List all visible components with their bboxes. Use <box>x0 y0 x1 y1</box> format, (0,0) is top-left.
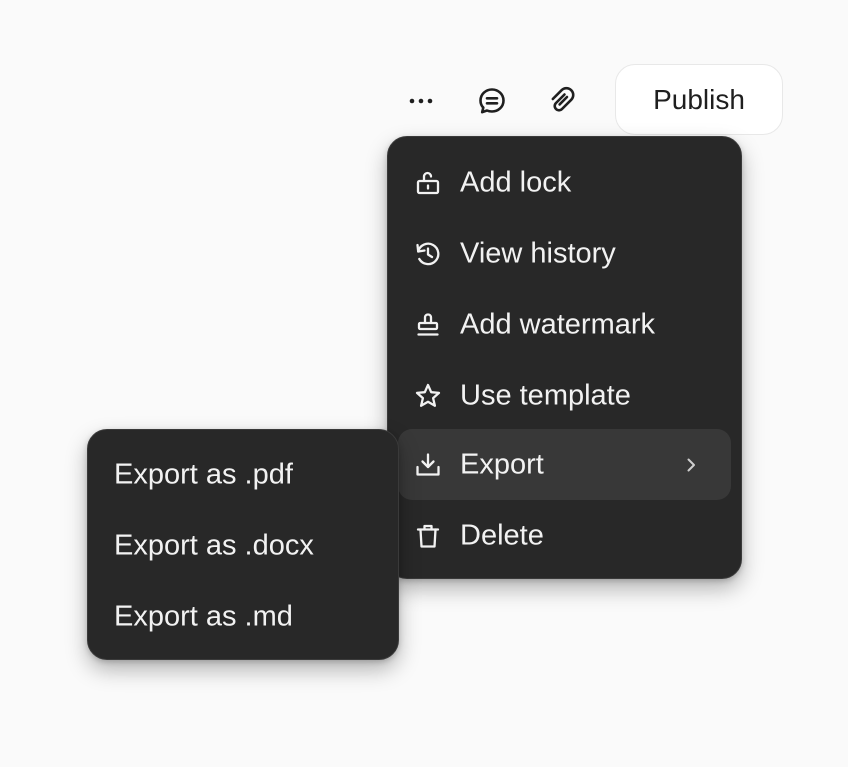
more-options-button[interactable] <box>401 81 441 121</box>
submenu-item-label: Export as .md <box>114 600 293 632</box>
comment-button[interactable] <box>472 81 512 121</box>
menu-item-export[interactable]: Export <box>398 429 731 500</box>
stamp-icon <box>413 310 443 340</box>
menu-item-add-lock[interactable]: Add lock <box>398 147 731 218</box>
menu-item-add-watermark[interactable]: Add watermark <box>398 289 731 360</box>
menu-item-label: Use template <box>460 379 631 411</box>
export-md-item[interactable]: Export as .md <box>98 581 388 652</box>
trash-icon <box>413 521 443 551</box>
submenu-item-label: Export as .docx <box>114 529 314 561</box>
menu-item-label: Add watermark <box>460 308 656 340</box>
menu-item-use-template[interactable]: Use template <box>398 360 731 431</box>
history-icon <box>413 239 443 269</box>
menu-item-view-history[interactable]: View history <box>398 218 731 289</box>
more-horizontal-icon <box>409 98 433 104</box>
lock-icon <box>413 168 443 198</box>
link-icon <box>551 86 575 112</box>
export-pdf-item[interactable]: Export as .pdf <box>98 439 388 510</box>
menu-item-delete[interactable]: Delete <box>398 500 731 571</box>
menu-item-label: Delete <box>460 519 544 551</box>
menu-item-label: Add lock <box>460 166 572 198</box>
star-icon <box>413 381 443 411</box>
export-submenu: Export as .pdf Export as .docx Export as… <box>87 429 399 660</box>
download-icon <box>413 450 443 480</box>
copy-link-button[interactable] <box>542 81 582 121</box>
chevron-right-icon <box>681 455 701 475</box>
publish-button[interactable]: Publish <box>615 64 783 135</box>
document-options-menu: Add lock View history Add watermark Use … <box>387 136 742 579</box>
export-docx-item[interactable]: Export as .docx <box>98 510 388 581</box>
menu-item-label: Export <box>460 448 544 480</box>
comment-icon <box>479 88 505 114</box>
submenu-item-label: Export as .pdf <box>114 458 293 490</box>
menu-item-label: View history <box>460 237 616 269</box>
